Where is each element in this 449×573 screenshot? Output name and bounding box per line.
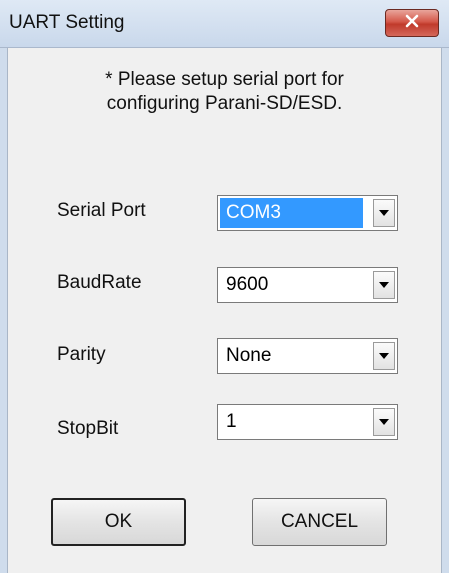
chevron-down-icon bbox=[379, 353, 389, 359]
stopbit-label: StopBit bbox=[57, 418, 119, 439]
parity-label: Parity bbox=[57, 344, 106, 365]
window-title: UART Setting bbox=[9, 12, 125, 33]
parity-value: None bbox=[226, 345, 272, 366]
chevron-down-icon bbox=[379, 210, 389, 216]
uart-setting-dialog: UART Setting * Please setup serial port … bbox=[0, 0, 449, 573]
baudrate-label: BaudRate bbox=[57, 272, 142, 293]
parity-select[interactable]: None bbox=[217, 338, 398, 374]
chevron-down-icon bbox=[379, 282, 389, 288]
serial-port-label: Serial Port bbox=[57, 200, 146, 221]
parity-dropdown-button[interactable] bbox=[373, 342, 395, 370]
title-bar[interactable]: UART Setting bbox=[0, 0, 449, 48]
chevron-down-icon bbox=[379, 419, 389, 425]
stopbit-select[interactable]: 1 bbox=[217, 404, 398, 440]
baudrate-dropdown-button[interactable] bbox=[373, 271, 395, 299]
ok-button[interactable]: OK bbox=[51, 498, 186, 546]
serial-port-select[interactable]: COM3 bbox=[217, 195, 398, 231]
serial-port-value: COM3 bbox=[220, 198, 363, 228]
window-frame-left bbox=[0, 48, 8, 573]
close-icon bbox=[404, 14, 420, 33]
window-frame-right bbox=[441, 48, 449, 573]
stopbit-dropdown-button[interactable] bbox=[373, 408, 395, 436]
dialog-body: * Please setup serial port for configuri… bbox=[8, 48, 441, 573]
close-button[interactable] bbox=[385, 9, 439, 37]
baudrate-value: 9600 bbox=[226, 274, 269, 295]
baudrate-select[interactable]: 9600 bbox=[217, 267, 398, 303]
stopbit-value: 1 bbox=[226, 411, 237, 432]
cancel-button[interactable]: CANCEL bbox=[252, 498, 387, 546]
serial-port-dropdown-button[interactable] bbox=[373, 199, 395, 227]
instruction-line-1: * Please setup serial port for bbox=[105, 69, 344, 90]
instruction-line-2: configuring Parani-SD/ESD. bbox=[106, 93, 343, 114]
